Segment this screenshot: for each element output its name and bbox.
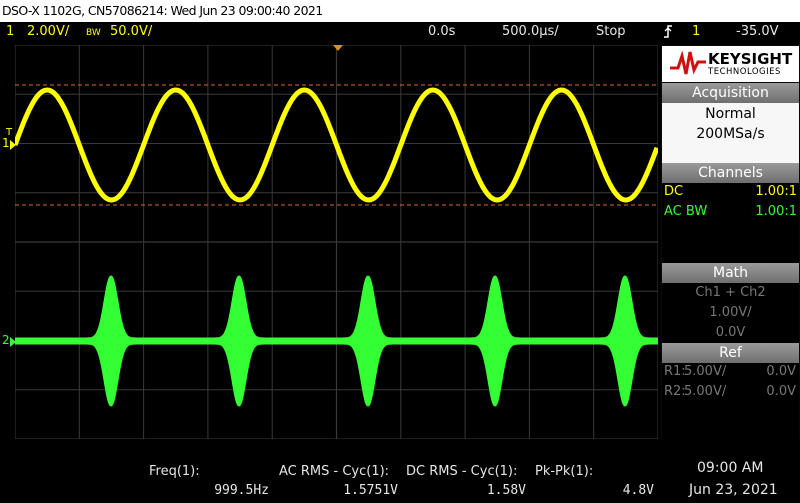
ref-1-scale: 5.00V/ [684,364,727,379]
math-offset: 0.0V [715,325,746,340]
ch2-marker-arrow [10,337,16,347]
trigger-source[interactable]: 1 [692,22,700,42]
clock-date: Jun 23, 2021 [689,482,778,498]
ref-header[interactable]: Ref [662,343,799,363]
channel-1-probe: 1.00:1 [755,184,797,199]
measurement-value-dcrms: 1.58V [486,483,526,498]
run-state[interactable]: Stop [596,22,626,42]
ref-2-scale: 5.00V/ [684,384,727,399]
measurement-label-dcrms[interactable]: DC RMS - Cyc(1): [406,464,517,479]
time-scale[interactable]: 500.0µs/ [502,22,559,42]
ref-2-label: R2: [664,384,686,399]
brand-name: KEYSIGHT [708,50,793,68]
waveform-display[interactable] [15,45,658,439]
keysight-logo: KEYSIGHT TECHNOLOGIES [662,46,799,82]
side-panel: KEYSIGHT TECHNOLOGIES Acquisition Normal… [661,45,800,439]
trigger-edge-icon [662,23,674,46]
math-function: Ch1 + Ch2 [695,285,766,300]
channel-1-coupling: DC [664,184,684,199]
ch2-ground-marker[interactable]: 2 [2,333,10,347]
brand-sub: TECHNOLOGIES [708,67,781,77]
measurement-label-freq[interactable]: Freq(1): [149,464,200,479]
measurement-bar: Freq(1): 999.5Hz AC RMS - Cyc(1): 1.5751… [0,458,800,503]
ref-2-offset: 0.0V [766,384,796,399]
status-bar: 1 2.00V/ BW 50.0V/ 0.0s 500.0µs/ Stop 1 … [0,22,800,42]
math-scale: 1.00V/ [709,305,752,320]
measurement-label-pkpk[interactable]: Pk-Pk(1): [535,464,593,479]
keysight-wave-icon [670,50,706,75]
time-offset[interactable]: 0.0s [428,22,455,42]
bw-badge: BW [86,28,101,38]
channels-header[interactable]: Channels [662,163,799,183]
clock-time: 09:00 AM [697,460,764,476]
ch1-marker-arrow [10,140,16,150]
channel-2-coupling: AC BW [664,204,708,219]
trigger-level[interactable]: -35.0V [736,22,779,42]
ch1-scale[interactable]: 2.00V/ [27,22,69,42]
measurement-label-acrms[interactable]: AC RMS - Cyc(1): [279,464,389,479]
measurement-value-pkpk: 4.8V [622,483,654,498]
channels-body: DC 1.00:1 AC BW 1.00:1 [662,183,799,263]
measurement-value-freq: 999.5Hz [214,483,269,498]
ch1-ground-marker[interactable]: 1 [2,136,10,150]
acquisition-header[interactable]: Acquisition [662,83,799,103]
ref-1-offset: 0.0V [766,364,796,379]
math-body: Ch1 + Ch2 1.00V/ 0.0V [662,283,799,343]
channel-2-probe: 1.00:1 [755,204,797,219]
ref-1-label: R1: [664,364,686,379]
math-header[interactable]: Math [662,263,799,283]
bw-value[interactable]: 50.0V/ [110,22,152,42]
ref-body: R1: 5.00V/ 0.0V R2: 5.00V/ 0.0V [662,363,799,439]
window-title: DSO-X 1102G, CN57086214: Wed Jun 23 09:0… [0,0,800,22]
measurement-value-acrms: 1.5751V [343,483,398,498]
acquisition-body: Normal 200MSa/s [662,103,799,163]
acquisition-rate: 200MSa/s [696,126,765,142]
ch1-number[interactable]: 1 [6,22,14,42]
acquisition-mode: Normal [705,106,756,122]
